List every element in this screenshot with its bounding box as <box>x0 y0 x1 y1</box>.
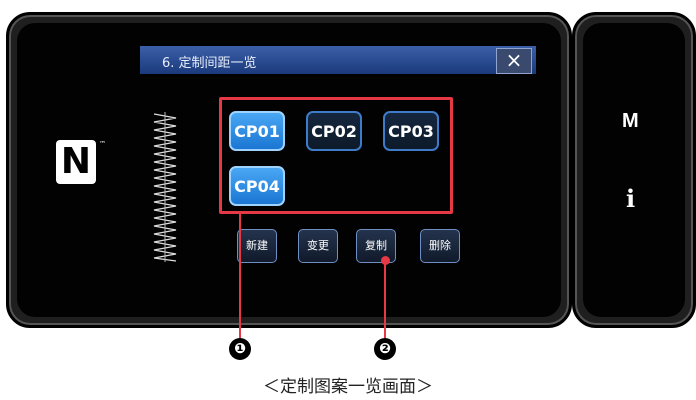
mode-button[interactable]: M <box>622 110 639 133</box>
callout-line-1 <box>239 214 241 338</box>
close-button[interactable]: × <box>496 48 532 74</box>
pattern-button-cp01[interactable]: CP01 <box>229 111 285 151</box>
info-button[interactable]: i <box>626 184 635 213</box>
copy-button[interactable]: 复制 <box>356 229 396 263</box>
stitch-pattern-preview <box>153 112 177 262</box>
side-panel-screen <box>583 23 685 317</box>
dialog-titlebar: 6. 定制间距一览 × <box>140 46 536 74</box>
pattern-button-cp02[interactable]: CP02 <box>306 111 362 151</box>
pattern-button-cp03[interactable]: CP03 <box>383 111 439 151</box>
callout-marker-2: ❷ <box>374 338 396 360</box>
new-button[interactable]: 新建 <box>237 229 277 263</box>
pattern-button-cp04[interactable]: CP04 <box>229 166 285 206</box>
change-button[interactable]: 变更 <box>298 229 338 263</box>
delete-button[interactable]: 删除 <box>420 229 460 263</box>
dialog-title: 6. 定制间距一览 <box>162 56 257 71</box>
side-panel <box>572 12 696 328</box>
nfc-trademark: ™ <box>99 140 106 148</box>
callout-line-2 <box>384 262 386 338</box>
nfc-label: N <box>60 141 92 182</box>
callout-marker-1: ❶ <box>229 338 251 360</box>
nfc-icon[interactable]: N <box>56 140 96 184</box>
figure-caption: ＜定制图案一览画面＞ <box>263 377 433 397</box>
